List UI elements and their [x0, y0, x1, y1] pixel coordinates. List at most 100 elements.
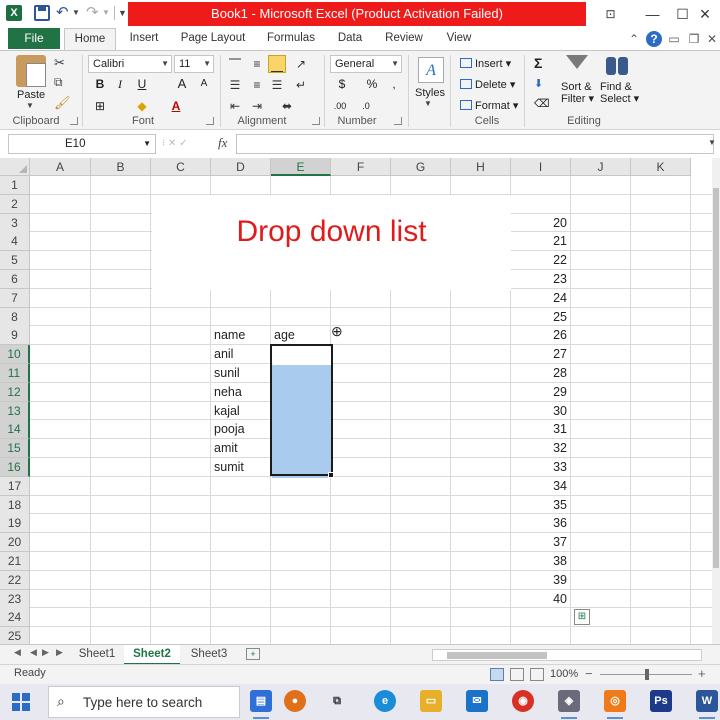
increase-indent-icon[interactable]: ⇥ — [248, 97, 266, 115]
workbook-close-icon[interactable]: ✕ — [704, 31, 720, 47]
styles-button[interactable]: Styles — [415, 87, 445, 99]
column-header-j[interactable]: J — [571, 158, 631, 176]
increase-font-size-icon[interactable]: A — [174, 75, 190, 93]
row-header-10[interactable]: 10 — [0, 345, 30, 365]
decrease-decimal-icon[interactable]: .0 — [358, 97, 374, 115]
row-header-9[interactable]: 9 — [0, 326, 30, 346]
fill-handle[interactable] — [328, 472, 334, 478]
align-top-icon[interactable]: ⎺ — [226, 55, 244, 73]
row-header-3[interactable]: 3 — [0, 213, 30, 233]
zoom-in-icon[interactable]: + — [698, 666, 706, 681]
row-header-12[interactable]: 12 — [0, 382, 30, 402]
tab-data[interactable]: Data — [334, 28, 366, 50]
paste-button[interactable]: Paste — [17, 89, 45, 101]
column-header-h[interactable]: H — [451, 158, 511, 176]
zoom-level[interactable]: 100% — [550, 668, 578, 680]
font-launcher-icon[interactable] — [206, 117, 214, 125]
clear-icon[interactable]: ⌫ — [534, 97, 550, 110]
column-header-d[interactable]: D — [211, 158, 271, 176]
chrome-icon[interactable]: ◉ — [512, 690, 534, 712]
column-header-a[interactable]: A — [30, 158, 91, 176]
screen-recorder-icon[interactable]: ◎ — [604, 690, 626, 712]
tab-page-layout[interactable]: Page Layout — [178, 28, 248, 50]
tab-file[interactable]: File — [8, 28, 60, 49]
vertical-scroll-thumb[interactable] — [713, 188, 719, 568]
row-header-11[interactable]: 11 — [0, 364, 30, 383]
task-view-icon[interactable]: ⧉ — [326, 690, 348, 712]
app-icon-mindmap[interactable]: ▤ — [250, 690, 272, 712]
sort-filter-icon[interactable] — [566, 55, 588, 77]
format-painter-icon[interactable]: 🖌 — [54, 95, 71, 111]
styles-dropdown-icon[interactable]: ▼ — [424, 99, 432, 108]
spreadsheet-grid[interactable]: ABCDEFGHIJK 1 2 3 4 5 6 7 8 9 10 11 12 13 14 15 16 17 18 1… — [0, 158, 712, 644]
column-header-k[interactable]: K — [631, 158, 691, 176]
italic-button[interactable]: I — [112, 75, 128, 93]
ribbon-display-options-icon[interactable]: ⊡ — [588, 0, 633, 28]
workbook-minimize-icon[interactable]: ▭ — [666, 31, 682, 47]
find-select-icon[interactable] — [604, 55, 630, 77]
add-sheet-icon[interactable]: + — [246, 648, 260, 660]
row-header-13[interactable]: 13 — [0, 401, 30, 421]
decrease-indent-icon[interactable]: ⇤ — [226, 97, 244, 115]
align-middle-icon[interactable]: ≡ — [248, 55, 266, 73]
delete-cells-button[interactable]: Delete ▾ — [460, 78, 515, 91]
file-explorer-icon[interactable]: ▭ — [420, 690, 442, 712]
tab-review[interactable]: Review — [382, 28, 426, 50]
page-break-view-icon[interactable] — [530, 668, 544, 681]
help-icon[interactable]: ? — [646, 31, 662, 47]
row-header-19[interactable]: 19 — [0, 514, 30, 534]
row-header-24[interactable]: 24 — [0, 608, 30, 628]
align-center-icon[interactable]: ≡ — [248, 76, 266, 94]
clipboard-launcher-icon[interactable] — [70, 117, 78, 125]
column-header-g[interactable]: G — [391, 158, 451, 176]
mail-icon[interactable]: ✉ — [466, 690, 488, 712]
row-header-22[interactable]: 22 — [0, 570, 30, 590]
row-header-16[interactable]: 16 — [0, 458, 30, 477]
select-all-button[interactable] — [0, 158, 30, 176]
media-app-icon[interactable]: ◈ — [558, 690, 580, 712]
prev-sheet-icon[interactable]: ◀ — [30, 647, 37, 658]
normal-view-icon[interactable] — [490, 668, 504, 681]
expand-formula-bar-icon[interactable]: ▼ — [708, 138, 716, 147]
column-header-e[interactable]: E — [271, 158, 331, 176]
sheet-tab-sheet3[interactable]: Sheet3 — [182, 645, 236, 665]
row-header-21[interactable]: 21 — [0, 552, 30, 571]
percent-button[interactable]: % — [364, 75, 380, 93]
autosum-button[interactable]: Σ — [534, 55, 542, 71]
tab-formulas[interactable]: Formulas — [262, 28, 320, 50]
row-header-23[interactable]: 23 — [0, 589, 30, 609]
number-launcher-icon[interactable] — [394, 117, 402, 125]
row-header-17[interactable]: 17 — [0, 476, 30, 496]
row-header-5[interactable]: 5 — [0, 251, 30, 271]
align-right-icon[interactable]: ☰ — [268, 76, 286, 94]
quick-analysis-icon[interactable]: ⊞ — [574, 609, 590, 625]
alignment-launcher-icon[interactable] — [312, 117, 320, 125]
column-header-i[interactable]: I — [511, 158, 571, 176]
sort-filter-button[interactable]: Sort & Filter ▾ — [561, 81, 594, 105]
save-icon[interactable] — [34, 5, 50, 21]
basketball-app-icon[interactable]: ● — [284, 690, 306, 712]
formula-input[interactable] — [236, 134, 714, 154]
row-header-14[interactable]: 14 — [0, 420, 30, 440]
row-header-6[interactable]: 6 — [0, 270, 30, 289]
insert-cells-button[interactable]: Insert ▾ — [460, 57, 511, 70]
row-header-1[interactable]: 1 — [0, 176, 30, 195]
windows-start-icon[interactable] — [12, 693, 30, 711]
orientation-icon[interactable]: ↗ — [292, 55, 310, 73]
collapse-ribbon-icon[interactable]: ⌃ — [626, 31, 642, 47]
edge-browser-icon[interactable]: e — [374, 690, 396, 712]
fill-icon[interactable]: ⬇ — [534, 77, 543, 90]
align-left-icon[interactable]: ☰ — [226, 76, 244, 94]
sheet-tab-sheet2[interactable]: Sheet2 — [124, 645, 180, 665]
workbook-restore-icon[interactable]: ❐ — [686, 31, 702, 47]
tab-home[interactable]: Home — [64, 28, 116, 51]
row-header-18[interactable]: 18 — [0, 495, 30, 515]
styles-icon[interactable]: A — [418, 57, 444, 83]
font-size-select[interactable]: 11 ▼ — [174, 55, 214, 73]
tab-insert[interactable]: Insert — [122, 28, 166, 50]
taskbar-search-box[interactable]: ⌕ Type here to search — [48, 686, 240, 718]
paste-dropdown-icon[interactable]: ▼ — [26, 101, 34, 110]
page-layout-view-icon[interactable] — [510, 668, 524, 681]
horizontal-scrollbar[interactable] — [432, 649, 702, 661]
zoom-slider-handle[interactable] — [645, 669, 649, 680]
